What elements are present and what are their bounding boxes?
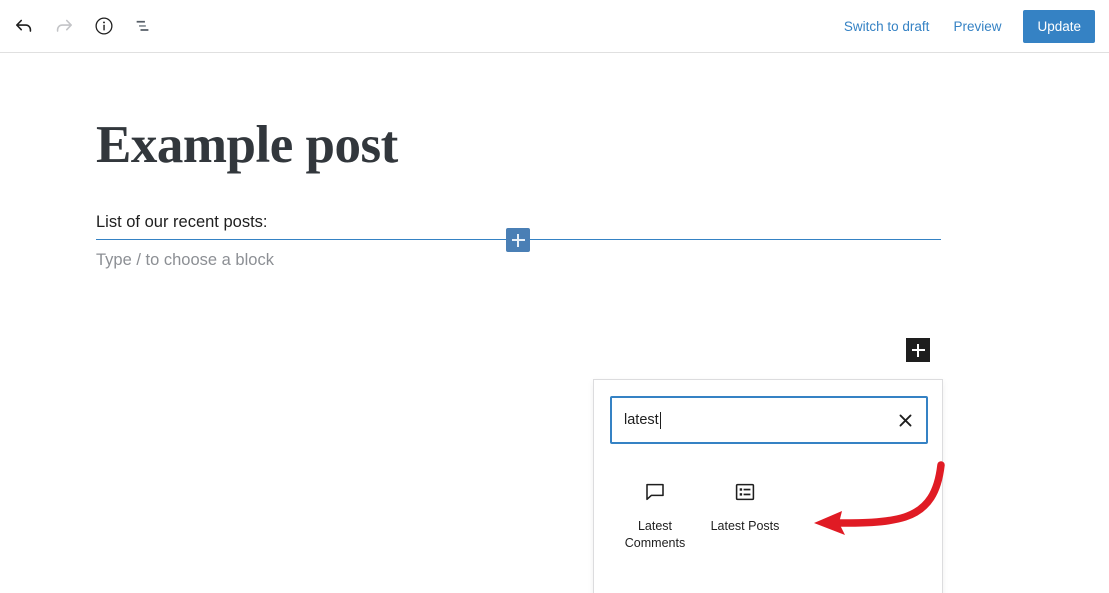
- clear-search-button[interactable]: [894, 409, 916, 431]
- details-button[interactable]: [84, 6, 124, 46]
- inserter-search-area: latest: [594, 380, 942, 444]
- editor-root: Switch to draft Preview Update Example p…: [0, 0, 1109, 593]
- close-icon: [899, 414, 911, 426]
- redo-icon: [56, 19, 72, 32]
- list-view-button[interactable]: [124, 6, 164, 46]
- editor-canvas: Example post List of our recent posts: T…: [0, 53, 1109, 593]
- preview-button[interactable]: Preview: [941, 11, 1013, 42]
- undo-icon: [16, 19, 32, 32]
- header-left-tools: [0, 6, 164, 46]
- add-block-button[interactable]: [906, 338, 930, 362]
- list-view-icon: [136, 20, 149, 31]
- text-caret: [659, 411, 661, 429]
- block-inserter-popover: latest Latest Comments Latest Posts: [593, 379, 943, 593]
- list-view-icon: [733, 478, 757, 506]
- redo-button[interactable]: [44, 6, 84, 46]
- inline-block-inserter-button[interactable]: [506, 228, 530, 252]
- comment-bubble-icon: [643, 478, 667, 506]
- inserter-results-grid: Latest Comments Latest Posts: [594, 444, 942, 593]
- block-item-label: Latest Posts: [710, 519, 780, 533]
- update-button[interactable]: Update: [1023, 9, 1095, 43]
- block-item-label: Latest Comments: [624, 519, 686, 550]
- block-item-latest-posts[interactable]: Latest Posts: [700, 474, 790, 593]
- empty-block-placeholder[interactable]: Type / to choose a block: [96, 248, 274, 272]
- info-icon: [95, 17, 113, 35]
- undo-button[interactable]: [4, 6, 44, 46]
- post-title[interactable]: Example post: [96, 115, 398, 175]
- search-input-value: latest: [624, 412, 659, 428]
- switch-to-draft-button[interactable]: Switch to draft: [832, 11, 942, 42]
- editor-header: Switch to draft Preview Update: [0, 0, 1109, 53]
- header-right-actions: Switch to draft Preview Update: [832, 9, 1109, 43]
- block-item-latest-comments[interactable]: Latest Comments: [610, 474, 700, 593]
- search-input[interactable]: latest: [610, 396, 928, 444]
